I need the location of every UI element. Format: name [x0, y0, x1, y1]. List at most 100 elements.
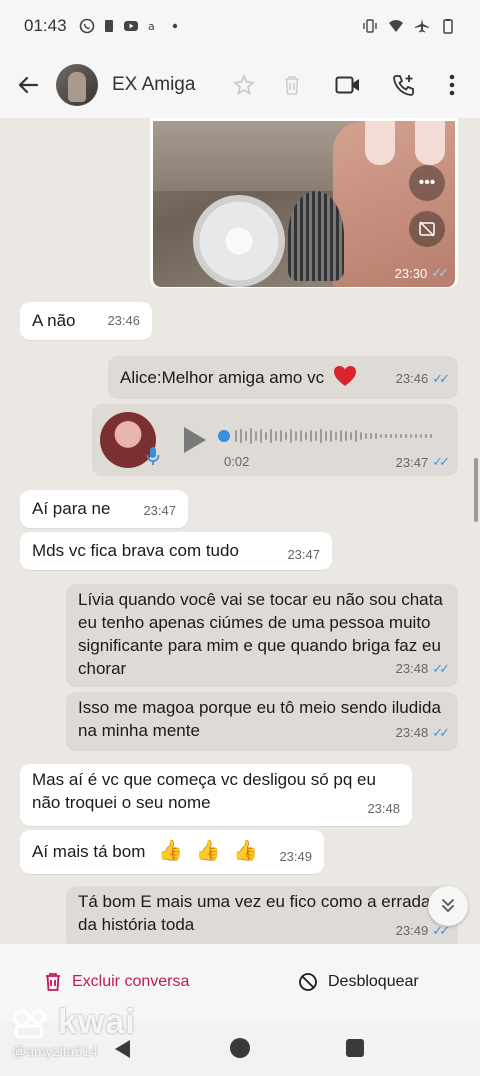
- message-time: 23:48: [367, 801, 400, 816]
- scroll-to-bottom-button[interactable]: [428, 886, 468, 926]
- message-incoming[interactable]: Aí mais tá bom 👍 👍 👍 23:49: [20, 830, 324, 874]
- image-hide-button[interactable]: [409, 211, 445, 247]
- message-outgoing[interactable]: Tá bom E mais uma vez eu fico como a err…: [66, 886, 458, 944]
- message-incoming[interactable]: Aí para ne 23:47: [20, 490, 188, 528]
- chat-area[interactable]: ••• 23:30 ✓✓ A não 23:46 Alice:Melhor am…: [0, 118, 480, 944]
- photo-fan: [193, 195, 285, 287]
- voice-duration: 0:02: [224, 454, 250, 469]
- whatsapp-icon: [79, 18, 94, 34]
- back-button[interactable]: [0, 52, 56, 118]
- data-icon: a: [148, 20, 155, 33]
- unblock-label: Desbloquear: [328, 973, 419, 990]
- message-text: Aí mais tá bom: [32, 842, 146, 861]
- message-text: Lívia quando você vai se tocar eu não so…: [78, 590, 443, 678]
- contact-avatar[interactable]: [56, 64, 98, 106]
- contact-name[interactable]: EX Amiga: [112, 74, 222, 96]
- star-icon: [233, 74, 255, 95]
- message-outgoing[interactable]: Lívia quando você vai se tocar eu não so…: [66, 584, 458, 686]
- message-meta: 23:48 ✓✓: [395, 721, 450, 744]
- message-meta: 23:46: [107, 309, 140, 332]
- message-time: 23:48: [395, 661, 429, 676]
- message-incoming[interactable]: Mas aí é vc que começa vc desligou só pq…: [20, 764, 412, 826]
- image-more-button[interactable]: •••: [409, 165, 445, 201]
- delete-conversation-button[interactable]: Excluir conversa: [44, 972, 189, 992]
- video-call-button[interactable]: [320, 52, 376, 118]
- message-meta: 23:48: [367, 797, 400, 820]
- play-icon[interactable]: [180, 424, 208, 456]
- message-meta: 23:48 ✓✓: [395, 657, 450, 680]
- trash-icon: [46, 973, 60, 991]
- message-outgoing[interactable]: Isso me magoa porque eu tô meio sendo il…: [66, 692, 458, 750]
- image-meta: 23:30 ✓✓: [394, 265, 449, 281]
- read-ticks-icon: ✓✓: [431, 265, 449, 280]
- voice-call-button[interactable]: [376, 52, 432, 118]
- message-time: 23:30: [394, 265, 428, 281]
- image-off-icon: [419, 221, 435, 237]
- header-actions: [224, 52, 472, 118]
- vibrate-icon: [363, 19, 377, 33]
- block-icon: [299, 973, 317, 991]
- image-message[interactable]: ••• 23:30 ✓✓: [150, 118, 458, 288]
- svg-text:a: a: [148, 20, 155, 33]
- message-time: 23:47: [395, 454, 429, 470]
- photo-fan-cage: [288, 191, 344, 281]
- message-time: 23:47: [287, 547, 320, 562]
- delete-button[interactable]: [264, 52, 320, 118]
- phone-add-icon: [393, 75, 414, 96]
- trash-icon: [285, 76, 299, 95]
- message-incoming[interactable]: A não 23:46: [20, 302, 152, 340]
- microphone-icon: [146, 447, 160, 465]
- youtube-icon: [123, 21, 138, 31]
- message-text: A não: [32, 311, 76, 330]
- kwai-logo-icon: [13, 1009, 46, 1038]
- watermark-handle: @amyzita514: [12, 1043, 98, 1059]
- read-ticks-icon: ✓✓: [432, 371, 450, 386]
- status-bar: 01:43 a: [0, 0, 480, 52]
- more-horizontal-icon: •••: [418, 174, 436, 191]
- message-text: Alice:Melhor amiga amo vc: [120, 368, 325, 387]
- message-meta: 23:49: [279, 845, 312, 868]
- chat-header: EX Amiga: [0, 52, 480, 118]
- double-chevron-down-icon: [442, 899, 454, 912]
- voice-message[interactable]: 0:02 23:47 ✓✓: [92, 404, 458, 476]
- message-time: 23:49: [279, 849, 312, 864]
- message-time: 23:46: [395, 371, 429, 386]
- message-meta: 23:47 ✓✓: [395, 454, 450, 470]
- message-outgoing[interactable]: Alice:Melhor amiga amo vc 23:46 ✓✓: [108, 356, 458, 398]
- photo-thumbnail[interactable]: ••• 23:30 ✓✓: [153, 121, 455, 287]
- delete-conversation-label: Excluir conversa: [72, 973, 190, 990]
- nav-recents-icon[interactable]: [346, 1039, 364, 1057]
- system-status-icons: [362, 18, 456, 34]
- notification-icons: a: [79, 18, 183, 34]
- chat-scrollbar[interactable]: [474, 458, 478, 522]
- unblock-button[interactable]: Desbloquear: [298, 972, 419, 992]
- heart-emoji-icon: [333, 366, 356, 386]
- photo-fingernail: [415, 121, 445, 165]
- nav-home-icon[interactable]: [230, 1038, 250, 1058]
- arrow-left-icon: [18, 76, 39, 94]
- message-time: 23:46: [107, 313, 140, 328]
- airplane-icon: [415, 19, 429, 33]
- more-options-button[interactable]: [432, 52, 472, 118]
- thumbs-up-emoji-icon: 👍: [195, 840, 221, 862]
- message-text: Isso me magoa porque eu tô meio sendo il…: [78, 698, 441, 740]
- message-time: 23:47: [143, 503, 176, 518]
- photo-fingernail: [365, 121, 395, 165]
- message-time: 23:48: [395, 725, 429, 740]
- read-ticks-icon: ✓✓: [432, 661, 450, 676]
- thumbs-up-emoji-icon: 👍: [233, 840, 259, 862]
- message-incoming[interactable]: Mds vc fica brava com tudo 23:47: [20, 532, 332, 570]
- dot-icon: [172, 23, 177, 29]
- thumbs-up-emoji-icon: 👍: [158, 840, 184, 862]
- watermark: kwai @amyzita514: [12, 1003, 136, 1059]
- sim-icon: [104, 20, 113, 32]
- wifi-icon: [389, 20, 403, 32]
- message-text: Mds vc fica brava com tudo: [32, 541, 239, 560]
- message-meta: 23:46 ✓✓: [395, 367, 450, 390]
- audio-waveform[interactable]: [218, 426, 446, 446]
- read-ticks-icon: ✓✓: [432, 454, 450, 469]
- star-button[interactable]: [224, 52, 264, 118]
- read-ticks-icon: ✓✓: [432, 725, 450, 740]
- more-vertical-icon: [449, 74, 455, 96]
- video-camera-icon: [335, 76, 359, 94]
